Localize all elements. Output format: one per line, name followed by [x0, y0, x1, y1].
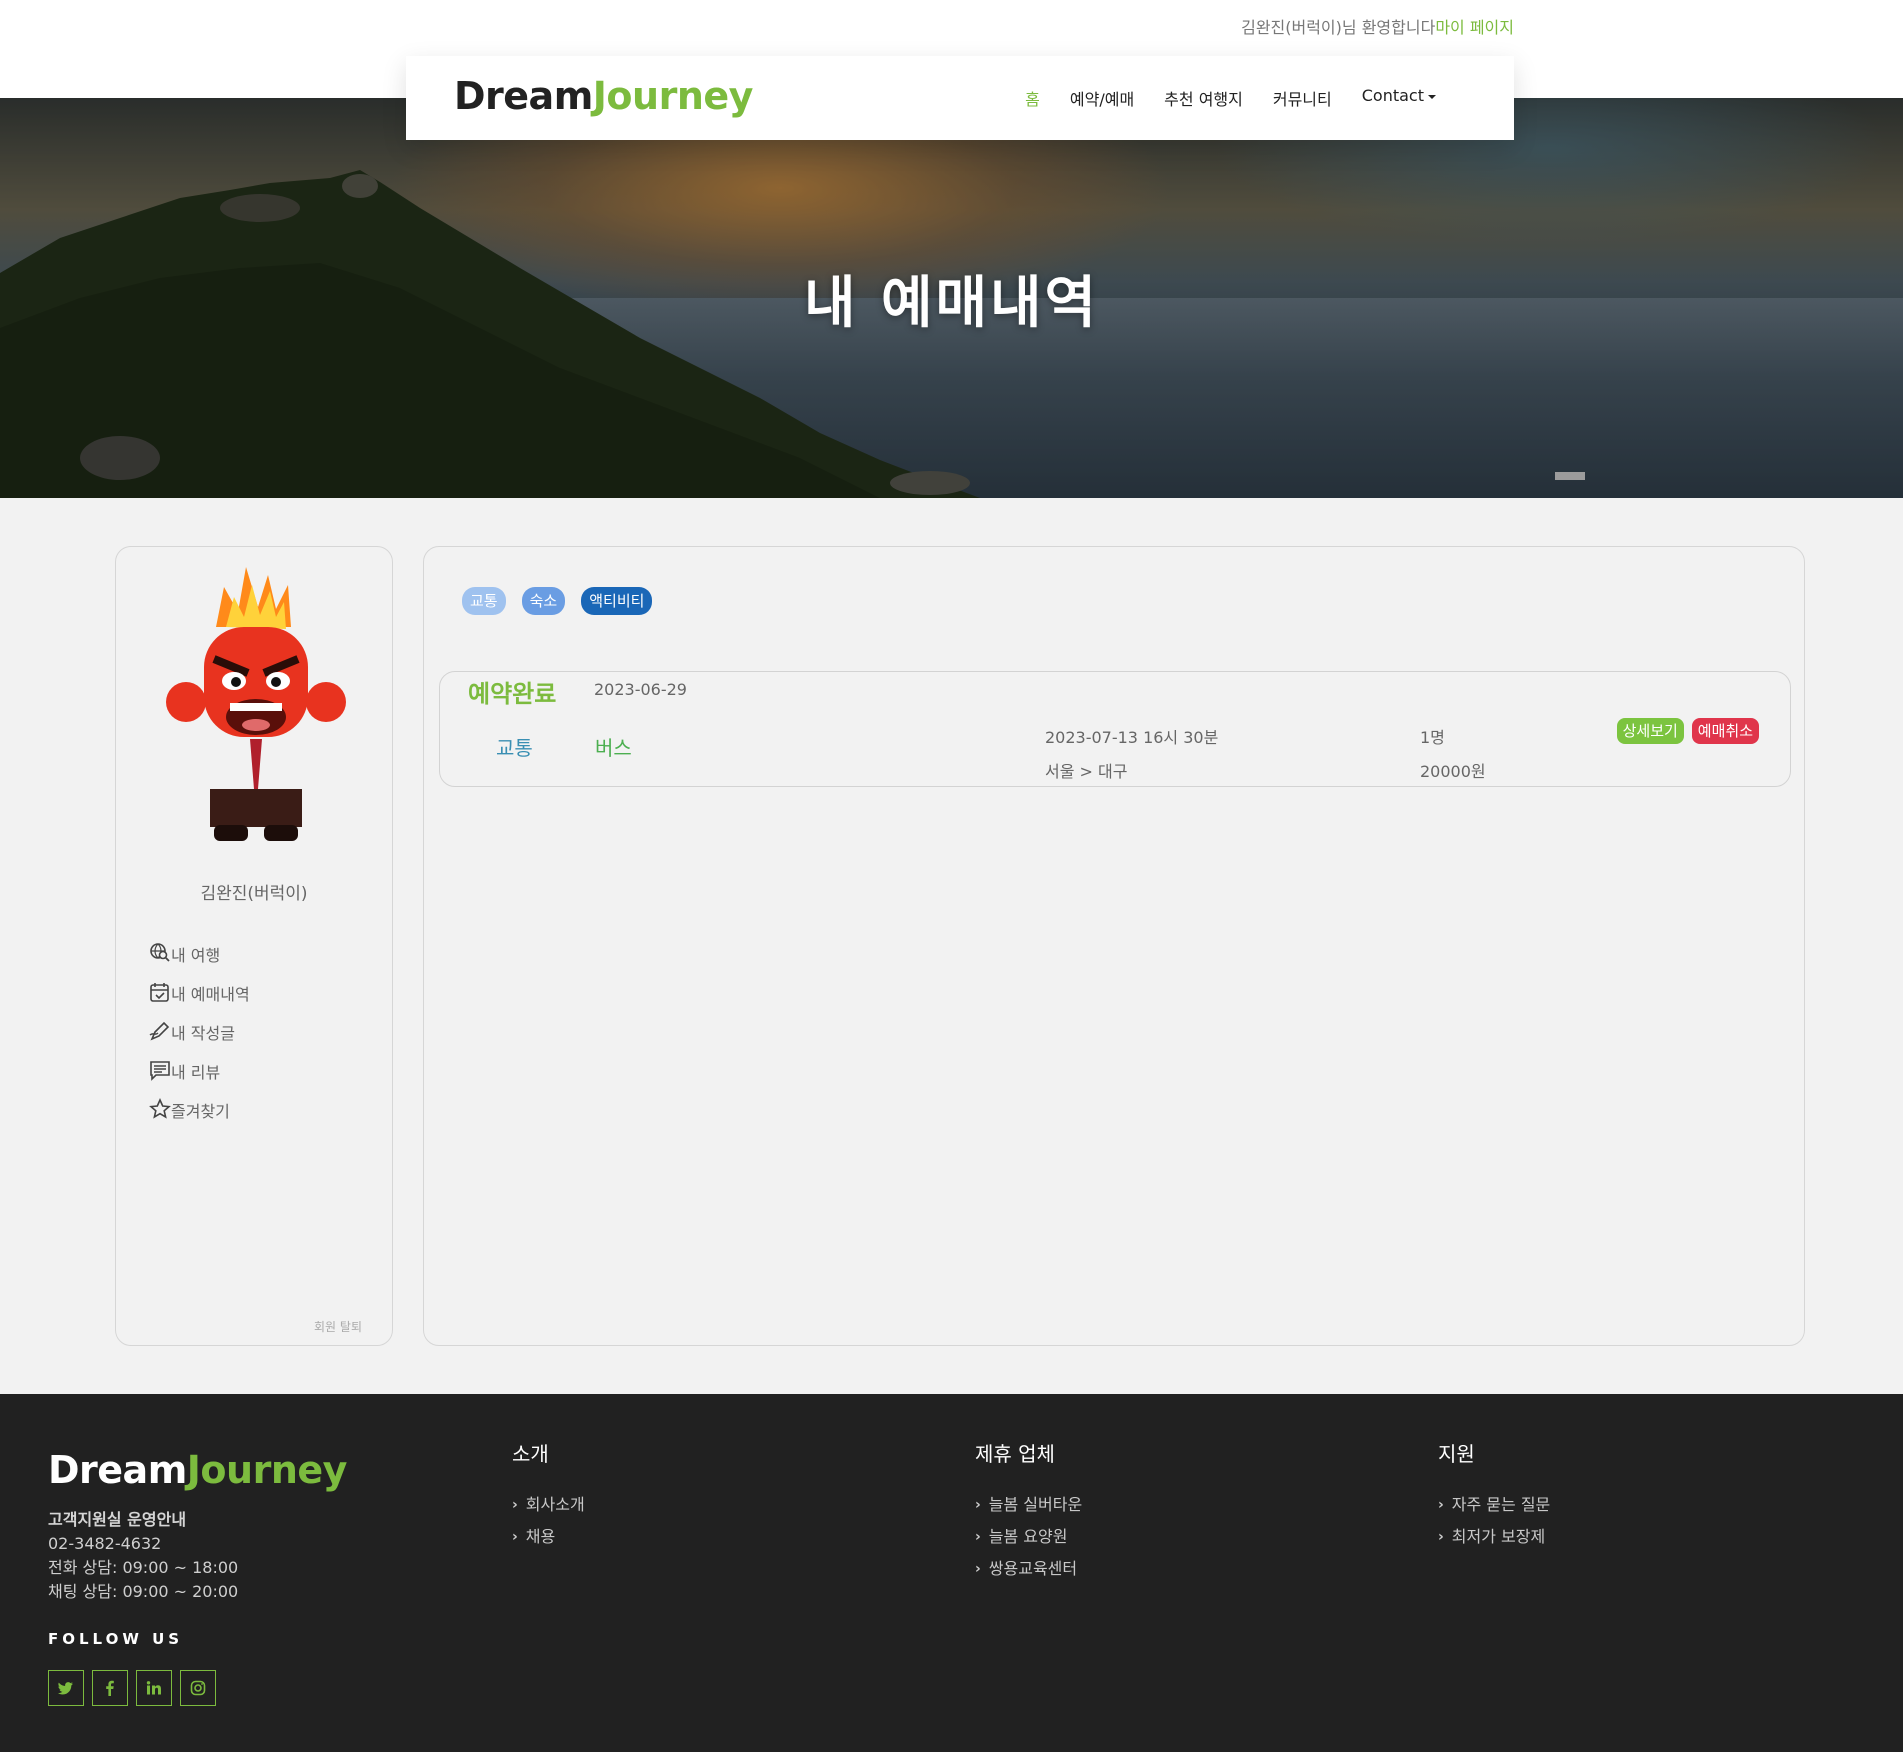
chevron-right-icon: ›: [975, 1529, 981, 1545]
brand-logo[interactable]: DreamJourney: [454, 74, 753, 118]
linkedin-icon: [146, 1681, 161, 1695]
booking-actions: 상세보기 예매취소: [1616, 718, 1759, 744]
sidebar-item-my-reviews[interactable]: 내 리뷰: [149, 1048, 250, 1087]
profile-menu: 내 여행 내 예매내역 내 작성글 내 리뷰 즐겨찾기: [149, 931, 250, 1126]
sidebar-item-my-posts[interactable]: 내 작성글: [149, 1009, 250, 1048]
twitter-link[interactable]: [48, 1670, 84, 1706]
navbar: DreamJourney 홈 예약/예매 추천 여행지 커뮤니티 Contact: [406, 56, 1514, 140]
support-phone: 02-3482-4632: [48, 1534, 162, 1553]
filter-lodging[interactable]: 숙소: [521, 587, 566, 615]
footer-col-partners: 제휴 업체 › 늘봄 실버타운 › 늘봄 요양원 › 쌍용교육센터: [975, 1438, 1082, 1585]
facebook-icon: [106, 1680, 114, 1696]
call-hours: 전화 상담: 09:00 ~ 18:00: [48, 1558, 239, 1577]
support-info: 고객지원실 운영안내 02-3482-4632 전화 상담: 09:00 ~ 1…: [48, 1508, 238, 1604]
profile-sidebar: 김완진(버럭이) 내 여행 내 예매내역 내 작성글 내 리뷰 즐겨찾기 회원 …: [115, 546, 393, 1346]
footer-col-about: 소개 › 회사소개 › 채용: [512, 1438, 585, 1553]
search-globe-icon: [150, 943, 170, 962]
avatar: [166, 567, 346, 841]
nav-home[interactable]: 홈: [1025, 86, 1040, 110]
footer-col-support: 지원 › 자주 묻는 질문 › 최저가 보장제: [1438, 1438, 1550, 1553]
chevron-right-icon: ›: [1438, 1497, 1444, 1513]
nav-booking[interactable]: 예약/예매: [1070, 86, 1134, 110]
passenger-count: 1명: [1420, 728, 1445, 747]
chat-hours: 채팅 상담: 09:00 ~ 20:00: [48, 1582, 239, 1601]
linkedin-link[interactable]: [136, 1670, 172, 1706]
comment-icon: [150, 1061, 170, 1081]
footer-link-price-guarantee[interactable]: › 최저가 보장제: [1438, 1521, 1550, 1553]
booking-category: 교통: [496, 736, 533, 760]
sidebar-item-favorites[interactable]: 즐겨찾기: [149, 1087, 250, 1126]
sidebar-item-my-trips[interactable]: 내 여행: [149, 931, 250, 970]
facebook-link[interactable]: [92, 1670, 128, 1706]
calendar-check-icon: [150, 983, 169, 1002]
chevron-right-icon: ›: [975, 1561, 981, 1577]
chevron-right-icon: ›: [512, 1529, 518, 1545]
footer: DreamJourney 고객지원실 운영안내 02-3482-4632 전화 …: [0, 1394, 1903, 1752]
booking-status: 예약완료: [468, 680, 557, 708]
footer-link-faq[interactable]: › 자주 묻는 질문: [1438, 1489, 1550, 1521]
welcome-text: 김완진(버럭이)님 환영합니다: [1241, 18, 1436, 37]
cancel-booking-button[interactable]: 예매취소: [1691, 718, 1759, 744]
welcome-message: 김완진(버럭이)님 환영합니다마이 페이지: [1241, 14, 1514, 38]
nav-community[interactable]: 커뮤니티: [1273, 86, 1332, 110]
star-icon: [149, 1098, 171, 1119]
footer-col-title: 제휴 업체: [975, 1442, 1055, 1466]
booking-price: 20000원: [1420, 762, 1486, 781]
hero-banner: 내 예매내역: [0, 98, 1903, 498]
page-title: 내 예매내역: [803, 271, 1100, 336]
category-filters: 교통 숙소 액티비티: [462, 587, 653, 615]
booking-type: 버스: [595, 736, 632, 760]
instagram-link[interactable]: [180, 1670, 216, 1706]
footer-link-partner-3[interactable]: › 쌍용교육센터: [975, 1553, 1082, 1585]
support-heading: 고객지원실 운영안내: [48, 1510, 187, 1529]
chevron-right-icon: ›: [1438, 1529, 1444, 1545]
mypage-link[interactable]: 마이 페이지: [1435, 18, 1514, 37]
social-links: [48, 1670, 216, 1706]
withdraw-link[interactable]: 회원 탈퇴: [314, 1318, 362, 1335]
footer-link-partner-2[interactable]: › 늘봄 요양원: [975, 1521, 1082, 1553]
detail-button[interactable]: 상세보기: [1616, 718, 1684, 744]
booking-route: 서울 > 대구: [1045, 762, 1128, 781]
profile-username: 김완진(버럭이): [200, 884, 308, 904]
chevron-right-icon: ›: [512, 1497, 518, 1513]
footer-logo[interactable]: DreamJourney: [48, 1448, 347, 1492]
footer-col-title: 지원: [1438, 1442, 1475, 1466]
twitter-icon: [58, 1682, 73, 1695]
main-menu: 홈 예약/예매 추천 여행지 커뮤니티 Contact: [1025, 86, 1436, 110]
nav-contact[interactable]: Contact: [1362, 86, 1436, 110]
filter-transport[interactable]: 교통: [462, 587, 506, 615]
instagram-icon: [190, 1680, 206, 1696]
sidebar-item-my-bookings[interactable]: 내 예매내역: [149, 970, 250, 1009]
booking-date: 2023-06-29: [594, 680, 687, 699]
footer-link-company[interactable]: › 회사소개: [512, 1489, 585, 1521]
footer-link-partner-1[interactable]: › 늘봄 실버타운: [975, 1489, 1082, 1521]
footer-col-title: 소개: [512, 1442, 549, 1466]
footer-link-careers[interactable]: › 채용: [512, 1521, 585, 1553]
departure-datetime: 2023-07-13 16시 30분: [1045, 728, 1219, 747]
chevron-right-icon: ›: [975, 1497, 981, 1513]
nav-recommended[interactable]: 추천 여행지: [1164, 86, 1243, 110]
follow-us-heading: FOLLOW US: [48, 1630, 184, 1648]
caret-down-icon: [1428, 94, 1436, 99]
booking-card: 예약완료 2023-06-29 교통 버스 2023-07-13 16시 30분…: [439, 671, 1791, 787]
bookings-panel: 교통 숙소 액티비티 예약완료 2023-06-29 교통 버스 2023-07…: [423, 546, 1805, 1346]
pencil-icon: [149, 1021, 170, 1041]
filter-activity[interactable]: 액티비티: [581, 587, 653, 615]
